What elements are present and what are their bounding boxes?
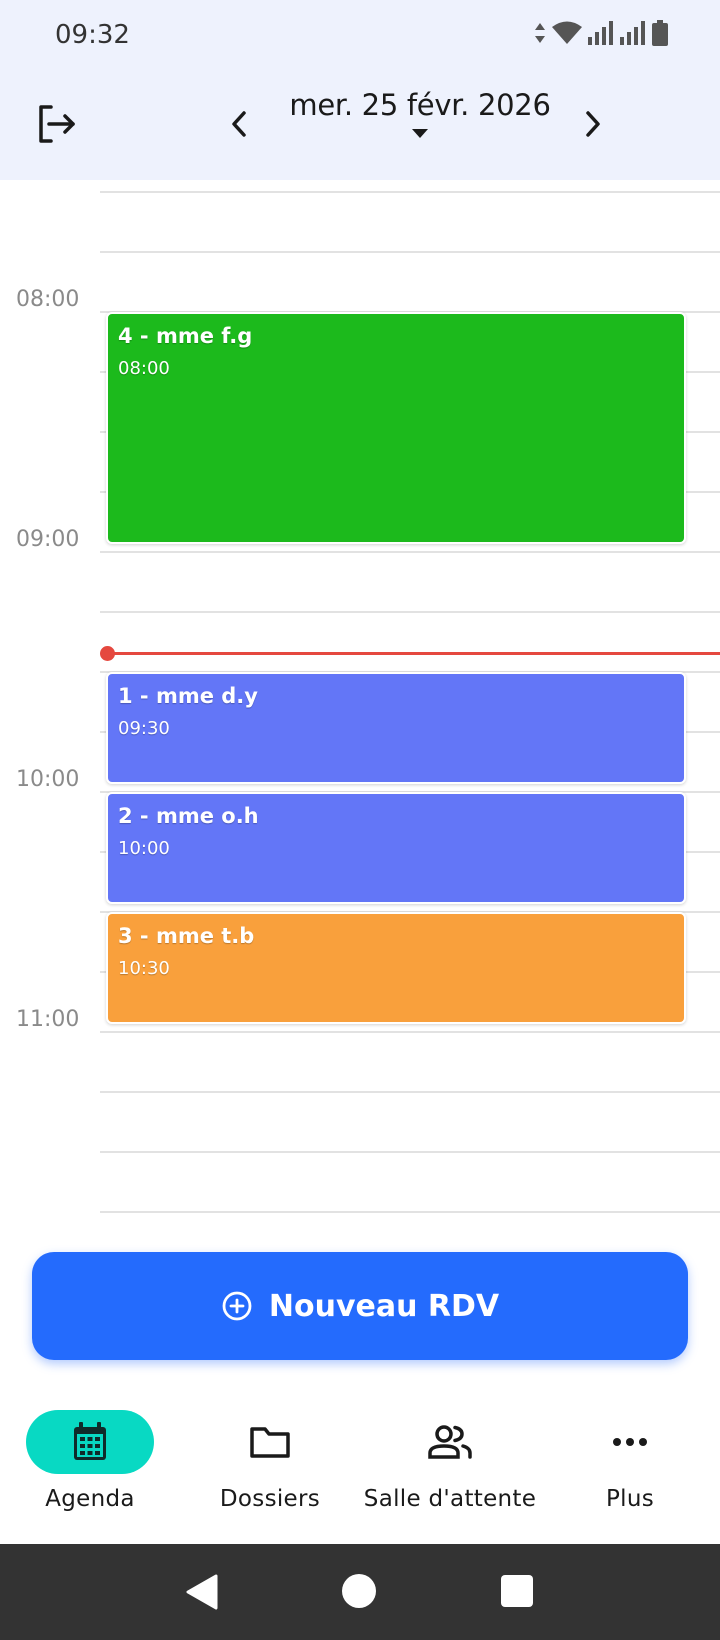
event-time: 10:00 — [118, 838, 170, 859]
event-title: 4 - mme f.g — [118, 324, 253, 348]
wifi-icon — [552, 21, 582, 44]
chevron-right-icon — [586, 111, 600, 137]
next-day-button[interactable] — [576, 104, 610, 144]
back-icon[interactable] — [186, 1574, 218, 1610]
nav-icon-container — [206, 1410, 334, 1474]
slot-line — [100, 1091, 720, 1093]
bottom-navigation: Agenda Dossiers Salle d'attente Plus — [0, 1380, 720, 1544]
nav-label: Agenda — [45, 1486, 135, 1512]
new-appointment-button[interactable]: Nouveau RDV — [32, 1252, 688, 1360]
slot-line — [100, 251, 720, 253]
hour-label: 09:00 — [16, 527, 80, 552]
current-time-dot — [100, 646, 115, 661]
nav-item-salle-attente[interactable]: Salle d'attente — [360, 1410, 540, 1512]
folder-icon — [250, 1427, 290, 1458]
slot-line — [100, 1031, 720, 1033]
status-icons — [534, 20, 668, 46]
recent-apps-icon[interactable] — [501, 1575, 533, 1607]
slot-line — [100, 191, 720, 193]
event-title: 3 - mme t.b — [118, 924, 255, 948]
signal-icon-2 — [620, 21, 645, 45]
appointment-event[interactable]: 1 - mme d.y 09:30 — [106, 672, 686, 784]
data-arrows-icon — [535, 23, 545, 43]
hour-label: 11:00 — [16, 1007, 80, 1032]
appointment-event[interactable]: 3 - mme t.b 10:30 — [106, 912, 686, 1024]
home-icon[interactable] — [342, 1574, 376, 1608]
caret-down-icon — [412, 129, 428, 138]
chevron-left-icon — [232, 111, 246, 137]
slot-line — [100, 1211, 720, 1213]
current-date: mer. 25 févr. 2026 — [289, 88, 551, 122]
nav-label: Dossiers — [219, 1486, 321, 1512]
people-icon — [428, 1425, 472, 1459]
appointment-event[interactable]: 4 - mme f.g 08:00 — [106, 312, 686, 544]
plus-circle-icon — [222, 1291, 252, 1321]
nav-icon-container — [386, 1410, 514, 1474]
status-time: 09:32 — [55, 20, 130, 50]
event-time: 09:30 — [118, 718, 170, 739]
nav-item-agenda[interactable]: Agenda — [0, 1410, 180, 1512]
new-appointment-label: Nouveau RDV — [268, 1288, 500, 1324]
nav-label: Salle d'attente — [363, 1486, 537, 1512]
event-time: 08:00 — [118, 358, 170, 379]
date-picker[interactable]: mer. 25 févr. 2026 — [270, 86, 570, 156]
nav-icon-container — [26, 1410, 154, 1474]
event-title: 1 - mme d.y — [118, 684, 258, 708]
logout-icon — [39, 105, 75, 143]
nav-item-dossiers[interactable]: Dossiers — [180, 1410, 360, 1512]
more-horizontal-icon — [613, 1438, 647, 1446]
app-header: 09:32 mer. 25 févr. 2026 — [0, 0, 720, 180]
system-navigation-bar — [0, 1544, 720, 1640]
nav-icon-container — [566, 1410, 694, 1474]
previous-day-button[interactable] — [222, 104, 256, 144]
calendar-icon — [74, 1422, 106, 1460]
day-calendar[interactable]: 08:00 09:00 10:00 11:00 4 - mme f.g 08:0… — [0, 180, 720, 1252]
nav-label: Plus — [605, 1486, 655, 1512]
slot-line — [100, 551, 720, 553]
hour-label: 08:00 — [16, 287, 80, 312]
nav-item-plus[interactable]: Plus — [540, 1410, 720, 1512]
event-time: 10:30 — [118, 958, 170, 979]
logout-button[interactable] — [30, 98, 82, 150]
battery-icon — [652, 20, 668, 46]
hour-label: 10:00 — [16, 767, 80, 792]
signal-icon — [588, 21, 613, 45]
current-time-line — [108, 652, 720, 655]
appointment-event[interactable]: 2 - mme o.h 10:00 — [106, 792, 686, 904]
slot-line — [100, 1151, 720, 1153]
slot-line — [100, 611, 720, 613]
event-title: 2 - mme o.h — [118, 804, 259, 828]
